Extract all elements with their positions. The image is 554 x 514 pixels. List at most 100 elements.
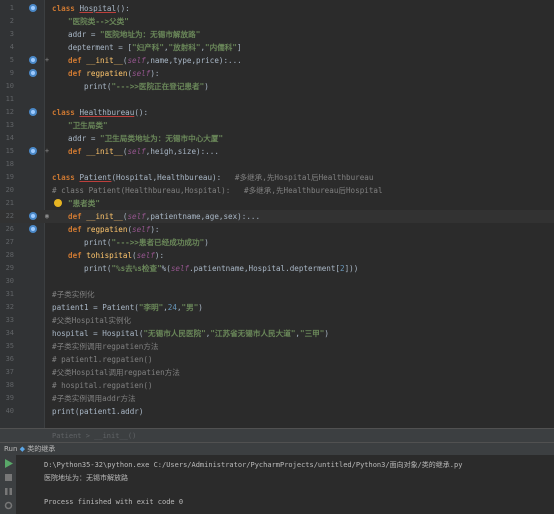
line-number: 27 [5, 238, 14, 246]
code-text: #子类实例化 [52, 290, 95, 299]
override-marker-icon[interactable] [29, 56, 37, 64]
line-number: 5 [9, 56, 14, 64]
code-line[interactable]: 36 # patient1.regpatien() [0, 353, 554, 366]
code-line[interactable]: 11 [0, 93, 554, 106]
code-text: "患者类" [68, 199, 100, 208]
code-line[interactable]: 21 "患者类" [0, 197, 554, 210]
line-number: 36 [5, 355, 14, 363]
override-marker-icon[interactable] [29, 4, 37, 12]
code-line[interactable]: 40 print(patient1.addr) [0, 405, 554, 418]
fold-marker-icon[interactable]: + [44, 148, 50, 155]
line-number: 30 [5, 277, 14, 285]
line-number: 31 [5, 290, 14, 298]
code-line[interactable]: 18 [0, 158, 554, 171]
override-marker-icon[interactable] [29, 147, 37, 155]
code-line[interactable]: 9 def regpatien(self): [0, 67, 554, 80]
code-text: depterment = ["妇产科","放射科","内儒科"] [68, 43, 242, 52]
line-number: 10 [5, 82, 14, 90]
code-line[interactable]: 27 print("--->>患者已经成功成功") [0, 236, 554, 249]
override-marker-icon[interactable] [29, 69, 37, 77]
code-line[interactable]: 13 "卫生局类" [0, 119, 554, 132]
code-text: class Patient(Hospital,Healthbureau): #多… [52, 173, 374, 182]
code-line[interactable]: 31 #子类实例化 [0, 288, 554, 301]
code-text: #父类Hospital调用regpatien方法 [52, 368, 180, 377]
code-text: def __init__(self,patientname,age,sex):.… [68, 212, 261, 221]
stop-icon[interactable] [4, 473, 13, 482]
code-line[interactable]: 1 class Hospital(): [0, 2, 554, 15]
run-config-name: 类的继承 [27, 445, 56, 453]
python-icon: ◆ [19, 445, 26, 453]
code-line[interactable]: 33 #父类Hospital实例化 [0, 314, 554, 327]
line-number: 40 [5, 407, 14, 415]
settings-icon[interactable] [4, 501, 13, 510]
code-line[interactable]: 28 def tohispital(self): [0, 249, 554, 262]
code-line[interactable]: 12 class Healthbureau(): [0, 106, 554, 119]
code-line[interactable]: 14 addr = "卫生局类地址为：无锡市中心大厦" [0, 132, 554, 145]
code-line[interactable]: 4 depterment = ["妇产科","放射科","内儒科"] [0, 41, 554, 54]
lightbulb-icon[interactable] [54, 199, 62, 207]
code-editor[interactable]: 1 class Hospital(): 2 "医院类-->父类" 3 addr = "医院… [0, 0, 554, 428]
code-line[interactable]: 10 print("--->>医院正在登记患者") [0, 80, 554, 93]
code-text: print("--->>患者已经成功成功") [84, 238, 209, 247]
line-number: 33 [5, 316, 14, 324]
override-marker-icon[interactable] [29, 212, 37, 220]
code-line[interactable]: 2 "医院类-->父类" [0, 15, 554, 28]
line-number: 26 [5, 225, 14, 233]
rerun-icon[interactable] [4, 459, 13, 468]
line-number: 12 [5, 108, 14, 116]
code-line[interactable]: 38 # hospital.regpatien() [0, 379, 554, 392]
code-line[interactable]: 39 #子类实例调用addr方法 [0, 392, 554, 405]
fold-marker-icon[interactable]: + [44, 57, 50, 64]
run-panel: Run ◆ 类的继承 D:\Python35-32\python.exe C:/… [0, 442, 554, 514]
line-number: 3 [9, 30, 14, 38]
code-line[interactable]: 35 #子类实例调用regpatien方法 [0, 340, 554, 353]
code-text: #父类Hospital实例化 [52, 316, 132, 325]
code-line[interactable]: 26 def regpatien(self): [0, 223, 554, 236]
run-command: D:\Python35-32\python.exe C:/Users/Admin… [44, 461, 463, 469]
code-text: # patient1.regpatien() [52, 355, 153, 364]
code-line[interactable]: 30 [0, 275, 554, 288]
fold-marker-icon[interactable]: ◉ [44, 213, 50, 220]
line-number: 18 [5, 160, 14, 168]
code-text: #子类实例调用regpatien方法 [52, 342, 159, 351]
line-number: 19 [5, 173, 14, 181]
code-line[interactable]: 37 #父类Hospital调用regpatien方法 [0, 366, 554, 379]
code-text: class Healthbureau(): [52, 108, 149, 117]
code-line[interactable]: 32 patient1 = Patient("李明",24,"男") [0, 301, 554, 314]
code-text: print("--->>医院正在登记患者") [84, 82, 209, 91]
code-text: print(patient1.addr) [52, 407, 144, 416]
code-text: patient1 = Patient("李明",24,"男") [52, 303, 203, 312]
line-number: 1 [9, 4, 14, 12]
code-text: def __init__(self,name,type,price):... [68, 56, 242, 65]
breadcrumb: Patient > __init__() [0, 428, 554, 442]
line-number: 14 [5, 134, 14, 142]
code-text: def tohispital(self): [68, 251, 165, 260]
line-number: 11 [5, 95, 14, 103]
override-marker-icon[interactable] [29, 225, 37, 233]
code-text: # class Patient(Healthbureau,Hospital): … [52, 186, 383, 195]
code-line[interactable]: 22 ◉ def __init__(self,patientname,age,sex… [0, 210, 554, 223]
line-number: 38 [5, 381, 14, 389]
code-text: "医院类-->父类" [68, 17, 129, 26]
code-text: hospital = Hospital("无锡市人民医院","江苏省无锡市人民大… [52, 329, 329, 338]
run-tab-header[interactable]: Run ◆ 类的继承 [0, 443, 554, 455]
run-output: 医院地址为：无锡市解放路 [44, 474, 128, 482]
override-marker-icon[interactable] [29, 108, 37, 116]
line-number: 2 [9, 17, 14, 25]
code-line[interactable]: 3 addr = "医院地址为：无锡市解放路" [0, 28, 554, 41]
code-line[interactable]: 34 hospital = Hospital("无锡市人民医院","江苏省无锡市人… [0, 327, 554, 340]
run-exit-message: Process finished with exit code 0 [44, 498, 184, 506]
line-number: 29 [5, 264, 14, 272]
code-line[interactable]: 19 class Patient(Hospital,Healthbureau): … [0, 171, 554, 184]
line-number: 20 [5, 186, 14, 194]
line-number: 35 [5, 342, 14, 350]
pause-icon[interactable] [4, 487, 13, 496]
code-text: addr = "医院地址为：无锡市解放路" [68, 30, 201, 39]
code-line[interactable]: 15 + def __init__(self,heigh,size):... [0, 145, 554, 158]
code-text: print("%s去%s检查"%(self.patientname,Hospit… [84, 264, 359, 273]
line-number: 28 [5, 251, 14, 259]
line-number: 22 [5, 212, 14, 220]
code-line[interactable]: 29 print("%s去%s检查"%(self.patientname,Hosp… [0, 262, 554, 275]
code-line[interactable]: 20 # class Patient(Healthbureau,Hospital)… [0, 184, 554, 197]
code-line[interactable]: 5 + def __init__(self,name,type,price):... [0, 54, 554, 67]
